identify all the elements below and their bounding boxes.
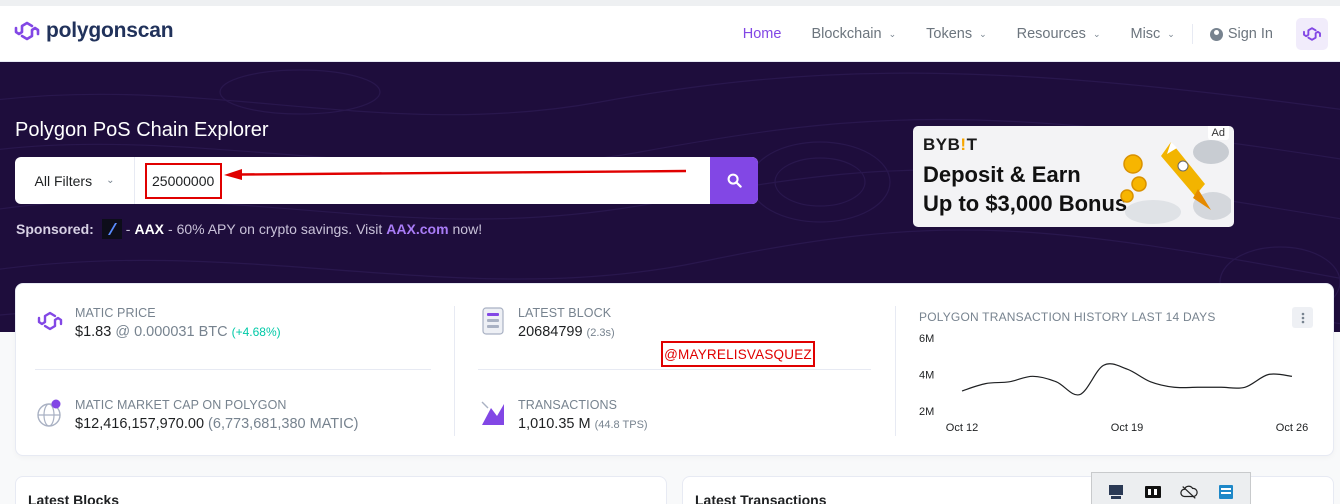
nav-tokens-label: Tokens <box>926 26 973 42</box>
transactions-label: TRANSACTIONS <box>518 398 618 412</box>
transactions-chart-icon <box>478 398 508 428</box>
chart-title: POLYGON TRANSACTION HISTORY LAST 14 DAYS <box>919 310 1216 324</box>
nav-resources[interactable]: Resources ⌄ <box>1002 26 1116 42</box>
sponsored-suffix: now! <box>452 221 483 237</box>
filter-select-label: All Filters <box>34 172 93 189</box>
latest-block-label: LATEST BLOCK <box>518 306 612 320</box>
x-tick-label: Oct 19 <box>1111 422 1143 434</box>
user-circle-icon <box>1209 27 1223 41</box>
monitor-icon[interactable] <box>1107 483 1125 501</box>
chevron-down-icon: ⌄ <box>106 175 115 186</box>
chevron-down-icon: ⌄ <box>979 28 987 39</box>
nav-divider <box>1191 24 1193 44</box>
chart-menu-button[interactable] <box>1292 307 1313 328</box>
chevron-down-icon: ⌄ <box>1167 28 1175 39</box>
x-tick-label: Oct 26 <box>1276 422 1308 434</box>
latest-block-number[interactable]: 20684799 <box>518 324 583 340</box>
transactions-value: 1,010.35 M (44.8 TPS) <box>518 416 648 432</box>
globe-icon <box>35 398 65 428</box>
aax-logo-icon <box>101 219 122 239</box>
search-value-highlight <box>145 163 222 199</box>
y-tick-label: 4M <box>919 370 934 382</box>
nav-home-label: Home <box>742 26 782 42</box>
market-cap-value: $12,416,157,970.00 (6,773,681,380 MATIC) <box>75 416 359 432</box>
matic-price-label: MATIC PRICE <box>75 306 156 320</box>
block-icon <box>478 306 508 336</box>
market-cap-label: MATIC MARKET CAP ON POLYGON <box>75 398 287 412</box>
sponsored-dash: - <box>125 221 131 237</box>
transactions-series-line <box>961 363 1293 396</box>
matic-price-value: $1.83 @ 0.000031 BTC (+4.68%) <box>75 324 281 340</box>
latest-blocks-card: Latest Blocks <box>15 476 667 504</box>
market-cap-matic: (6,773,681,380 MATIC) <box>208 416 359 432</box>
matic-price-btc: @ 0.000031 BTC <box>115 324 228 340</box>
sponsored-text: - 60% APY on crypto savings. Visit <box>168 221 383 237</box>
sign-in-link[interactable]: Sign In <box>1195 26 1288 42</box>
sponsored-link[interactable]: AAX.com <box>386 221 448 237</box>
nav-home[interactable]: Home <box>728 26 797 42</box>
brand-name: polygonscan <box>46 19 174 42</box>
search-icon <box>727 173 742 188</box>
transaction-history-chart: 6M 4M 2M Oct 12 Oct 19 Oct 26 <box>919 333 1308 434</box>
top-navbar: polygonscan Home Blockchain ⌄ Tokens ⌄ Res… <box>0 0 1340 62</box>
matic-price-change: (+4.68%) <box>231 325 281 339</box>
page-title: Polygon PoS Chain Explorer <box>15 119 269 141</box>
main-nav: Home Blockchain ⌄ Tokens ⌄ Resources ⌄ Misc… <box>728 18 1328 50</box>
latest-block-stat: LATEST BLOCK 20684799 (2.3s) <box>478 306 615 340</box>
ad-brand-part: T <box>966 135 978 154</box>
y-tick-label: 2M <box>919 406 934 418</box>
search-button[interactable] <box>710 157 758 204</box>
nav-resources-label: Resources <box>1016 26 1086 42</box>
stat-divider <box>478 369 871 370</box>
nav-misc[interactable]: Misc ⌄ <box>1115 26 1189 42</box>
latest-block-value: 20684799 (2.3s) <box>518 324 615 340</box>
filter-select[interactable]: All Filters ⌄ <box>15 157 135 204</box>
polygon-logo-icon <box>1303 27 1321 41</box>
nav-blockchain[interactable]: Blockchain ⌄ <box>796 26 911 42</box>
polygon-logo-icon <box>14 21 40 41</box>
sponsored-brand: AAX <box>134 221 165 237</box>
x-tick-label: Oct 12 <box>946 422 978 434</box>
latest-transactions-title: Latest Transactions <box>695 492 827 504</box>
latest-block-time: (2.3s) <box>586 327 615 339</box>
ad-headline: Deposit & Earn <box>923 162 1081 187</box>
transactions-count[interactable]: 1,010.35 M <box>518 416 591 432</box>
ad-brand: BYB!T <box>923 135 977 155</box>
system-tray-popup <box>1091 472 1251 504</box>
market-cap-stat: MATIC MARKET CAP ON POLYGON $12,416,157,… <box>35 398 359 432</box>
language-bar-icon[interactable] <box>1217 483 1235 501</box>
sponsored-label: Sponsored: <box>16 221 94 237</box>
cloud-offline-icon[interactable] <box>1180 483 1198 501</box>
sign-in-label: Sign In <box>1227 26 1273 42</box>
more-vertical-icon <box>1301 312 1304 323</box>
matic-token-icon <box>35 306 65 336</box>
nav-misc-label: Misc <box>1130 26 1161 42</box>
rocket-coins-illustration <box>1120 140 1231 224</box>
market-cap-usd: $12,416,157,970.00 <box>75 416 205 432</box>
annotation-arrow <box>224 169 687 180</box>
stat-divider <box>35 369 431 370</box>
transactions-tps: (44.8 TPS) <box>594 419 648 431</box>
ad-subheadline: Up to $3,000 Bonus <box>923 191 1128 216</box>
polygonscan-logo[interactable]: polygonscan <box>14 19 174 43</box>
nav-blockchain-label: Blockchain <box>811 26 882 42</box>
chevron-down-icon: ⌄ <box>1092 28 1101 39</box>
stat-column-divider <box>895 306 896 436</box>
latest-blocks-title: Latest Blocks <box>28 492 120 504</box>
nav-tokens[interactable]: Tokens ⌄ <box>911 26 1002 42</box>
chevron-down-icon: ⌄ <box>888 28 897 39</box>
transactions-stat: TRANSACTIONS 1,010.35 M (44.8 TPS) <box>478 398 648 432</box>
sponsored-banner: Sponsored: - AAX - 60% APY on crypto sav… <box>16 219 482 239</box>
stat-column-divider <box>454 306 455 436</box>
user-watermark: @MAYRELISVASQUEZ <box>661 341 815 367</box>
matic-price-usd[interactable]: $1.83 <box>75 324 111 340</box>
ad-brand-part: BYB <box>923 135 961 154</box>
tv-app-icon[interactable] <box>1144 483 1162 501</box>
network-switch-button[interactable] <box>1296 18 1328 50</box>
y-tick-label: 6M <box>919 333 934 345</box>
bybit-ad-banner[interactable]: Ad BYB!T Deposit & Earn Up to $3,000 Bon… <box>913 126 1234 227</box>
matic-price-stat: MATIC PRICE $1.83 @ 0.000031 BTC (+4.68%… <box>35 306 281 340</box>
